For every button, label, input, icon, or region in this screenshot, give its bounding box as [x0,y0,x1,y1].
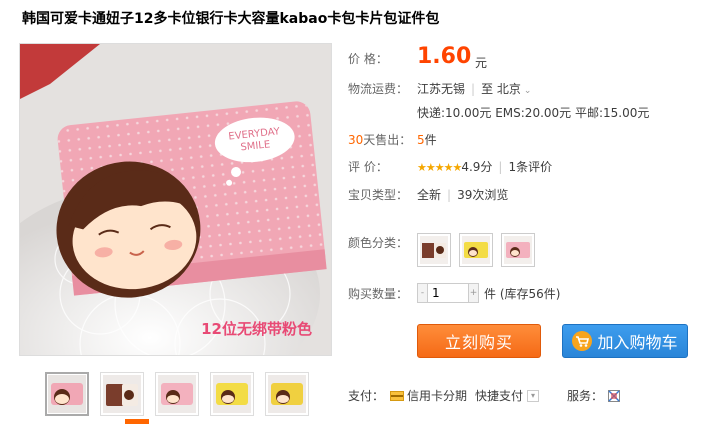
product-title: 韩国可爱卡通妞子12多卡位银行卡大容量kabao卡包卡片包证件包 [22,11,440,27]
price-value: 1.60 [417,44,472,69]
item-type-row: 全新 | 39次浏览 [417,188,509,202]
payment-dropdown-icon[interactable]: ▾ [527,389,540,402]
sales-label: 30天售出： [348,131,411,148]
service-label: 服务： [567,389,604,403]
thumbnail-strip [45,372,309,416]
shipping-label: 物流运费： [348,82,409,96]
color-option-yellow[interactable] [459,233,493,267]
quick-pay-link[interactable]: 快捷支付 [475,387,523,404]
payment-label: 支付： [348,389,385,403]
image-caption: 12位无绑带粉色 [201,320,312,338]
credit-installment-link[interactable]: 信用卡分期 [407,387,467,404]
chevron-down-icon: ⌄ [523,86,532,96]
quantity-unit: 件 [484,286,497,301]
color-label: 颜色分类： [348,236,409,250]
reviews-link[interactable]: 1条评价 [508,160,552,174]
payment-row: 支付： 信用卡分期 快捷支付 ▾ 服务： [348,387,621,404]
quantity-increase-button[interactable]: + [468,283,479,303]
thumbnail-pink[interactable] [45,372,89,416]
sales-count-unit: 件 [424,133,437,147]
shipping-destination-select[interactable]: 北京 ⌄ [497,82,532,96]
item-condition: 全新 [417,188,442,202]
view-count: 39次浏览 [457,188,509,202]
shopping-cart-icon [572,331,593,351]
quantity-input[interactable]: 1 [428,283,468,303]
shipping-to-prefix: 至 [481,82,494,96]
stock-count: (库存56件) [499,286,561,301]
sales-label-text: 天售出： [363,133,412,147]
thumbnail-yellow[interactable] [210,372,254,416]
item-type-label: 宝贝类型： [348,188,409,202]
sales-count-value: 5 [417,133,425,147]
thumbnail-brown[interactable] [100,372,144,416]
sales-days: 30 [348,133,364,147]
buy-now-button[interactable]: 立刻购买 [417,324,541,358]
color-options [417,233,535,267]
price-label: 价 格： [348,52,388,66]
quantity-label: 购买数量： [348,287,409,301]
add-to-cart-label: 加入购物车 [597,333,678,352]
add-to-cart-button[interactable]: 加入购物车 [562,324,688,358]
quantity-stepper: - 1 + 件 (库存56件) [417,283,560,303]
star-rating-icon: ★★★★★ [417,161,462,174]
sales-count: 5件 [417,131,437,148]
color-option-brown[interactable] [417,233,451,267]
rating-score: 4.9分 [461,160,493,174]
quantity-decrease-button[interactable]: - [417,283,428,303]
shipping-from: 江苏无锡 [417,82,466,96]
thumbnail-indicator [125,419,149,424]
shipping-fees: 快递:10.00元 EMS:20.00元 平邮:15.00元 [417,106,650,120]
service-guarantee-icon[interactable] [608,389,621,402]
shipping-route: 江苏无锡 | 至 北京 ⌄ [417,82,532,96]
quantity-stock: 件 (库存56件) [484,285,560,302]
thumbnail-pink-2[interactable] [155,372,199,416]
main-product-image[interactable]: EVERYDAY SMILE 12位无绑带粉色 [19,43,332,356]
rating-label: 评 价： [348,160,388,174]
rating-row: ★★★★★4.9分 | 1条评价 [417,160,553,174]
thumbnail-yellow-2[interactable] [265,372,309,416]
shipping-to: 北京 [496,82,521,96]
price-unit: 元 [475,56,488,70]
color-option-pink[interactable] [501,233,535,267]
credit-card-icon [390,390,405,401]
